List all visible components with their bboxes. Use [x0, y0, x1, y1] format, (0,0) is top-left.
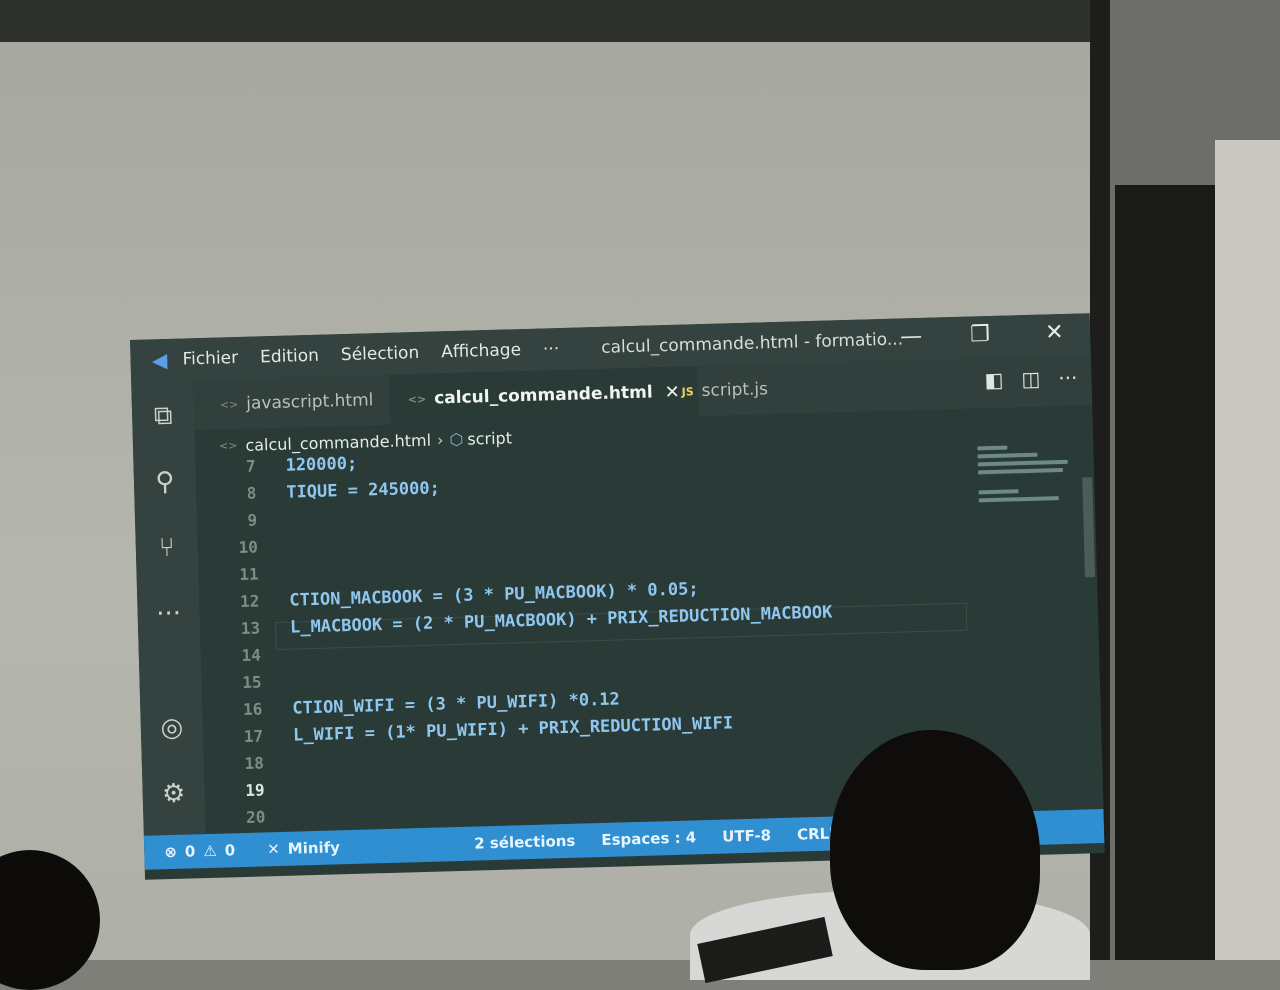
minify-status[interactable]: Minify	[288, 838, 341, 857]
code-text: 120000;	[285, 453, 358, 476]
line-number: 12	[239, 591, 260, 612]
menu-selection[interactable]: Sélection	[341, 343, 420, 365]
minimize-icon[interactable]: —	[900, 324, 923, 350]
tab-script-js[interactable]: JS script.js	[663, 362, 865, 418]
split-editor-icon[interactable]: ◫	[1021, 367, 1041, 392]
restore-icon[interactable]: ❐	[970, 322, 990, 348]
line-number: 20	[245, 807, 266, 827]
menu-edition[interactable]: Edition	[260, 346, 319, 368]
menu-affichage[interactable]: Affichage	[441, 340, 521, 362]
html-file-icon: <>	[218, 438, 238, 453]
line-number: 17	[243, 726, 264, 746]
window-title: calcul_commande.html - formatio...	[600, 329, 904, 358]
line-number: 9	[247, 510, 258, 530]
minimap[interactable]	[977, 440, 1080, 553]
open-preview-icon[interactable]: ◧	[984, 368, 1004, 393]
tab-calcul-commande-html[interactable]: <> calcul_commande.html ✕	[389, 366, 699, 425]
wall-panel	[1215, 140, 1280, 960]
line-number: 16	[242, 699, 263, 719]
settings-gear-icon[interactable]: ⚙	[156, 776, 191, 811]
tab-javascript-html[interactable]: <> javascript.html	[201, 374, 408, 430]
minify-close-icon: ✕	[266, 840, 281, 859]
menu-more[interactable]: ···	[543, 339, 560, 359]
warning-icon: ⚠	[203, 841, 218, 861]
tab-label: javascript.html	[245, 390, 374, 414]
more-actions-icon[interactable]: ···	[1058, 366, 1078, 391]
chevron-right-icon: ›	[436, 429, 444, 449]
line-number: 7	[245, 456, 256, 476]
line-number: 10	[238, 537, 259, 558]
close-window-icon[interactable]: ✕	[1045, 320, 1064, 346]
html-file-icon: <>	[407, 392, 427, 406]
account-icon[interactable]: ◎	[154, 711, 189, 746]
line-number: 8	[246, 483, 257, 503]
search-icon[interactable]: ⚲	[148, 465, 183, 500]
screen-top-edge	[0, 0, 1110, 42]
editor-actions: ◧ ◫ ···	[984, 366, 1078, 393]
tab-label: script.js	[701, 379, 769, 402]
html-file-icon: <>	[219, 397, 239, 412]
line-number: 18	[244, 753, 265, 773]
problems-indicator[interactable]: ⊗ 0 ⚠ 0 ✕ Minify	[164, 838, 340, 861]
js-file-icon: JS	[681, 384, 694, 399]
line-number: 19	[245, 780, 265, 800]
error-count: 0	[184, 842, 196, 861]
more-views-icon[interactable]: ···	[151, 597, 186, 632]
code-text: TIQUE = 245000;	[286, 477, 441, 503]
line-number: 14	[241, 645, 262, 666]
doorway	[1115, 185, 1225, 960]
indentation-status[interactable]: Espaces : 4	[601, 828, 696, 849]
status-right-group: 2 sélections Espaces : 4 UTF-8 CRLF	[474, 824, 840, 852]
line-number: 15	[242, 672, 262, 692]
error-icon: ⊗	[164, 842, 178, 862]
source-control-icon[interactable]: ⑂	[149, 531, 184, 566]
explorer-icon[interactable]: ⧉	[146, 399, 181, 434]
line-number: 11	[239, 564, 259, 585]
symbol-cube-icon: ⬡	[449, 429, 464, 449]
vscode-logo-icon: ◀	[151, 347, 168, 373]
warning-count: 0	[224, 841, 236, 860]
encoding-status[interactable]: UTF-8	[722, 826, 771, 845]
menu-fichier[interactable]: Fichier	[182, 348, 238, 370]
selections-status[interactable]: 2 sélections	[474, 832, 576, 853]
line-number: 13	[240, 618, 261, 639]
tab-label: calcul_commande.html	[433, 382, 653, 409]
